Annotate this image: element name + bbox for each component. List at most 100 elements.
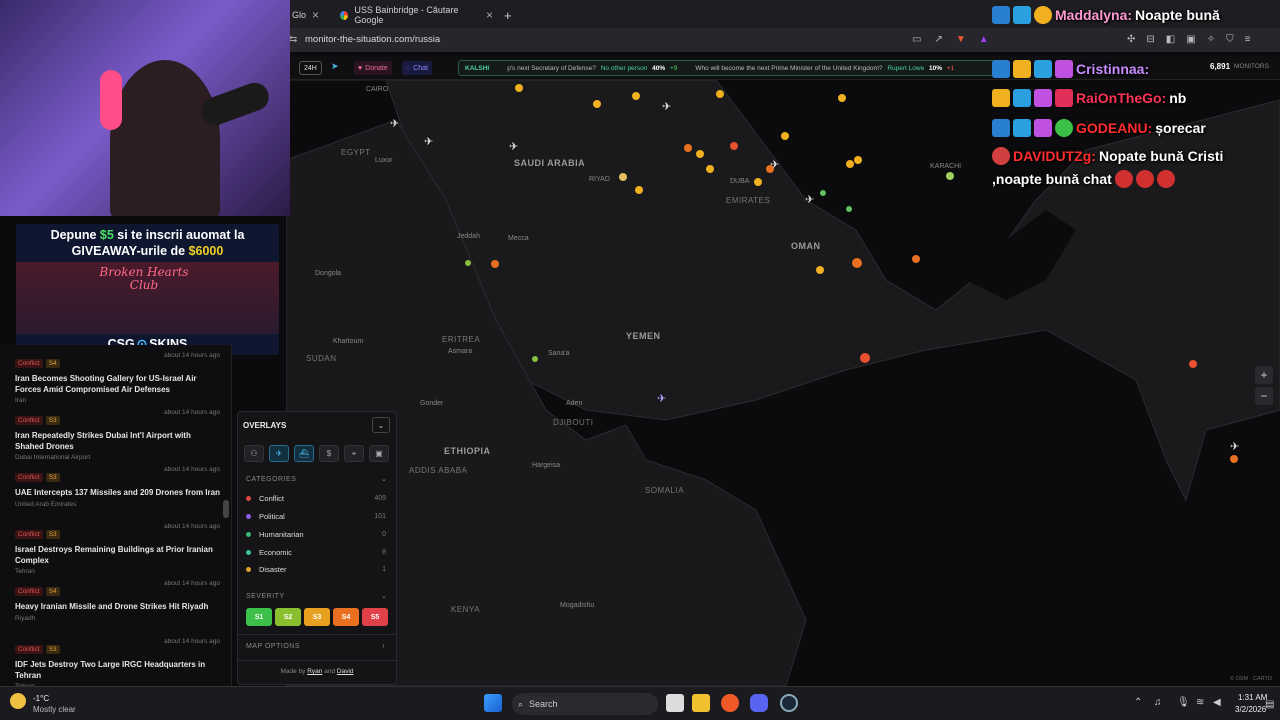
markets-layer-button[interactable]: $ (319, 445, 339, 462)
rewards-icon[interactable]: ▲ (979, 34, 989, 45)
event-marker[interactable] (532, 356, 538, 362)
zoom-in-button[interactable]: + (1255, 366, 1273, 384)
taskbar-search[interactable]: ⌕ Search (512, 693, 658, 715)
event-marker[interactable] (820, 190, 826, 196)
time-range-button[interactable]: 24H (299, 61, 322, 75)
categories-heading[interactable]: CATEGORIES (246, 476, 296, 483)
aircraft-icon[interactable]: ✈ (1230, 440, 1239, 453)
prediction-ticker[interactable]: KALSHI p's next Secretary of Defense? No… (458, 60, 1003, 76)
aircraft-layer-button[interactable]: ✈ (269, 445, 289, 462)
severity-s2-button[interactable]: S2 (275, 608, 301, 626)
chevron-down-icon[interactable]: ⌄ (381, 592, 387, 600)
microphone-icon[interactable]: 🎙 (1177, 697, 1190, 708)
weather-icon[interactable] (10, 693, 26, 709)
aircraft-icon[interactable]: ✈ (662, 100, 671, 113)
author-link[interactable]: Ryan (307, 668, 322, 675)
speaker-icon[interactable]: ◀ (1213, 697, 1221, 708)
news-item[interactable]: Conflict S3 about 14 hours ago Iran Repea… (15, 409, 220, 461)
event-marker[interactable] (619, 173, 627, 181)
event-marker[interactable] (854, 156, 862, 164)
news-item[interactable]: Conflict S3 about 14 hours ago UAE Interc… (15, 466, 220, 508)
clock-date[interactable]: 3/2/2026 (1235, 705, 1266, 714)
author-link[interactable]: David (337, 668, 354, 675)
event-marker[interactable] (1230, 455, 1238, 463)
site-info-icon[interactable]: ⇆ (289, 34, 297, 45)
menu-icon[interactable]: ≡ (1245, 34, 1251, 45)
news-item[interactable]: Conflict S3 about 14 hours ago Israel Des… (15, 523, 220, 575)
event-marker[interactable] (754, 178, 762, 186)
telegram-icon[interactable]: ➤ (331, 61, 339, 72)
share-icon[interactable]: ↗ (934, 34, 942, 45)
camera-layer-button[interactable]: ▣ (369, 445, 389, 462)
category-economic[interactable]: Economic 8 (246, 548, 386, 557)
aircraft-icon[interactable]: ✈ (509, 140, 518, 153)
weather-temp[interactable]: -1°C (33, 694, 49, 703)
event-marker[interactable] (730, 142, 738, 150)
weather-desc[interactable]: Mostly clear (33, 705, 76, 714)
event-marker[interactable] (816, 266, 824, 274)
brave-shield-icon[interactable]: ▼ (956, 34, 966, 45)
event-marker[interactable] (465, 260, 471, 266)
severity-s3-button[interactable]: S3 (304, 608, 330, 626)
vpn-icon[interactable]: ⛉ (1226, 34, 1234, 45)
ticker-item[interactable]: p's next Secretary of Defense? No other … (507, 65, 677, 72)
event-marker[interactable] (946, 172, 954, 180)
severity-s1-button[interactable]: S1 (246, 608, 272, 626)
severity-s5-button[interactable]: S5 (362, 608, 388, 626)
tray-chevron-icon[interactable]: ⌃ (1134, 697, 1142, 708)
discord-icon[interactable] (750, 694, 768, 712)
event-marker[interactable] (852, 258, 862, 268)
collapse-panel-button[interactable]: ⌄ (372, 417, 390, 433)
notifications-icon[interactable]: ▤ (1265, 699, 1274, 710)
volume-icon[interactable]: ♫ (1154, 697, 1162, 708)
url-text[interactable]: monitor-the-situation.com/russia (305, 34, 440, 45)
clock-time[interactable]: 1:31 AM (1238, 693, 1267, 702)
event-marker[interactable] (684, 144, 692, 152)
ships-layer-button[interactable]: ⛴ (294, 445, 314, 462)
donate-button[interactable]: ♥ Donate (354, 61, 392, 75)
event-marker[interactable] (846, 160, 854, 168)
satellite-layer-button[interactable]: ⌖ (344, 445, 364, 462)
event-marker[interactable] (716, 90, 724, 98)
aircraft-icon[interactable]: ✈ (805, 193, 814, 206)
event-marker[interactable] (593, 100, 601, 108)
close-tab-icon[interactable]: × (312, 8, 319, 22)
new-tab-button[interactable]: + (498, 4, 518, 26)
brave-browser-icon[interactable] (721, 694, 739, 712)
event-marker[interactable] (846, 206, 852, 212)
cast-icon[interactable]: ▭ (912, 34, 921, 45)
close-tab-icon[interactable]: × (486, 8, 493, 22)
chat-button[interactable]: ◌ Chat (402, 61, 432, 75)
zoom-out-button[interactable]: − (1255, 387, 1273, 405)
people-layer-button[interactable]: ⚇ (244, 445, 264, 462)
event-marker[interactable] (515, 84, 523, 92)
news-item[interactable]: Conflict S4 about 14 hours ago Iran Becom… (15, 352, 220, 404)
event-marker[interactable] (860, 353, 870, 363)
aircraft-icon[interactable]: ✈ (770, 158, 779, 171)
downloads-icon[interactable]: ⊟ (1146, 34, 1154, 45)
wallet-icon[interactable]: ▣ (1186, 34, 1195, 45)
start-button[interactable] (484, 694, 502, 712)
category-conflict[interactable]: Conflict 409 (246, 494, 386, 503)
feed-scrollbar[interactable] (223, 500, 229, 518)
news-item[interactable]: Conflict S4 about 14 hours ago Heavy Iran… (15, 580, 220, 622)
leo-icon[interactable]: ✧ (1207, 34, 1215, 45)
event-marker[interactable] (1189, 360, 1197, 368)
extensions-icon[interactable]: ✣ (1127, 34, 1135, 45)
aircraft-icon[interactable]: ✈ (424, 135, 433, 148)
event-marker[interactable] (706, 165, 714, 173)
event-marker[interactable] (838, 94, 846, 102)
steam-icon[interactable] (780, 694, 798, 712)
map-options-heading[interactable]: MAP OPTIONS (246, 643, 300, 650)
sidebar-icon[interactable]: ◧ (1166, 34, 1175, 45)
task-view-icon[interactable] (666, 694, 684, 712)
aircraft-icon[interactable]: ✈ (657, 392, 666, 405)
event-marker[interactable] (696, 150, 704, 158)
chevron-right-icon[interactable]: › (382, 641, 385, 650)
event-marker[interactable] (912, 255, 920, 263)
category-humanitarian[interactable]: Humanitarian 0 (246, 530, 386, 539)
event-marker[interactable] (635, 186, 643, 194)
category-political[interactable]: Political 101 (246, 512, 386, 521)
ticker-item[interactable]: Who will become the next Prime Minister … (695, 65, 954, 72)
category-disaster[interactable]: Disaster 1 (246, 565, 386, 574)
